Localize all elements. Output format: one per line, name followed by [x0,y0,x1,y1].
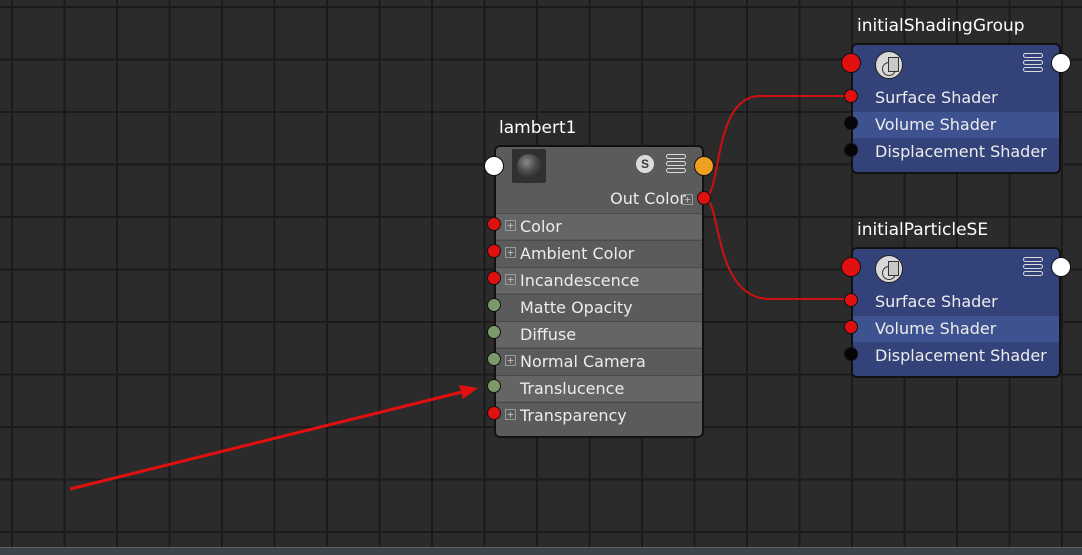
attribute-label: Surface Shader [875,88,998,107]
attribute-label: Diffuse [520,325,577,344]
attribute-label: Matte Opacity [520,298,633,317]
attribute-row-color[interactable]: + Color [496,213,702,239]
initial-shading-group-node[interactable]: Surface Shader Volume Shader Displacement … [851,43,1061,174]
out-color-label: Out Color [610,189,686,208]
initial-particle-se-node[interactable]: Surface Shader Volume Shader Displacement … [851,247,1061,378]
expand-icon[interactable]: + [505,247,516,258]
attribute-row-volume-shader[interactable]: Volume Shader [853,316,1059,342]
attribute-row-displacement-shader[interactable]: Displacement Shader [853,139,1059,165]
attribute-row-normal-camera[interactable]: + Normal Camera [496,348,702,374]
node-title-initial-shading-group: initialShadingGroup [857,16,1025,36]
input-port-color[interactable] [487,217,501,231]
attribute-list-icon[interactable] [1023,257,1043,277]
attribute-row-translucence[interactable]: Translucence [496,375,702,401]
initial-particle-se-output-port[interactable] [1051,257,1071,277]
annotation-arrow-head [459,385,478,399]
out-color-port[interactable] [697,191,711,205]
attribute-row-displacement-shader[interactable]: Displacement Shader [853,343,1059,369]
input-port-diffuse[interactable] [487,325,501,339]
input-port-transparency[interactable] [487,406,501,420]
attribute-label: Displacement Shader [875,346,1047,365]
attribute-row-surface-shader[interactable]: Surface Shader [853,289,1059,315]
initial-particle-se-input-port[interactable] [841,257,861,277]
input-port-surface-shader[interactable] [844,89,858,103]
input-port-matte-opacity[interactable] [487,298,501,312]
attribute-label: Volume Shader [875,115,997,134]
initial-shading-group-output-port[interactable] [1051,53,1071,73]
attribute-label: Volume Shader [875,319,997,338]
attribute-row-surface-shader[interactable]: Surface Shader [853,85,1059,111]
attribute-list-icon[interactable] [666,154,686,174]
input-port-displacement-shader[interactable] [844,143,858,157]
attribute-label: Transparency [520,406,627,425]
input-port-ambient-color[interactable] [487,244,501,258]
lambert1-input-port[interactable] [484,156,504,176]
input-port-displacement-shader[interactable] [844,347,858,361]
connection-wire-particle-se[interactable] [703,197,852,300]
input-port-volume-shader[interactable] [844,320,858,334]
attribute-label: Color [520,217,562,236]
connection-wire-shading-group[interactable] [703,95,852,199]
annotation-arrow-line [69,390,463,491]
lambert1-node[interactable]: S Out Color + + Color + Ambient Color + Incan… [494,145,704,438]
attribute-label: Surface Shader [875,292,998,311]
expand-icon[interactable]: + [505,355,516,366]
lambert1-output-port[interactable] [694,156,714,176]
attribute-row-transparency[interactable]: + Transparency [496,402,702,428]
material-sphere-icon [512,149,546,183]
node-title-initial-particle-se: initialParticleSE [857,220,989,240]
attribute-row-volume-shader[interactable]: Volume Shader [853,112,1059,138]
expand-icon[interactable]: + [505,274,516,285]
attribute-row-diffuse[interactable]: Diffuse [496,321,702,347]
attribute-row-matte-opacity[interactable]: Matte Opacity [496,294,702,320]
attribute-label: Normal Camera [520,352,646,371]
attribute-row-ambient-color[interactable]: + Ambient Color [496,240,702,266]
input-port-incandescence[interactable] [487,271,501,285]
out-color-expand-icon[interactable]: + [682,194,693,205]
attribute-label: Ambient Color [520,244,635,263]
attribute-list-icon[interactable] [1023,53,1043,73]
shader-s-icon[interactable]: S [636,155,654,173]
initial-shading-group-input-port[interactable] [841,53,861,73]
attribute-row-incandescence[interactable]: + Incandescence [496,267,702,293]
input-port-volume-shader[interactable] [844,116,858,130]
input-port-surface-shader[interactable] [844,293,858,307]
attribute-label: Displacement Shader [875,142,1047,161]
attribute-label: Incandescence [520,271,640,290]
shading-group-icon [875,255,903,283]
expand-icon[interactable]: + [505,220,516,231]
expand-icon[interactable]: + [505,409,516,420]
attribute-label: Translucence [520,379,625,398]
input-port-translucence[interactable] [487,379,501,393]
input-port-normal-camera[interactable] [487,352,501,366]
node-title-lambert1: lambert1 [499,118,577,138]
shading-group-icon [875,51,903,79]
